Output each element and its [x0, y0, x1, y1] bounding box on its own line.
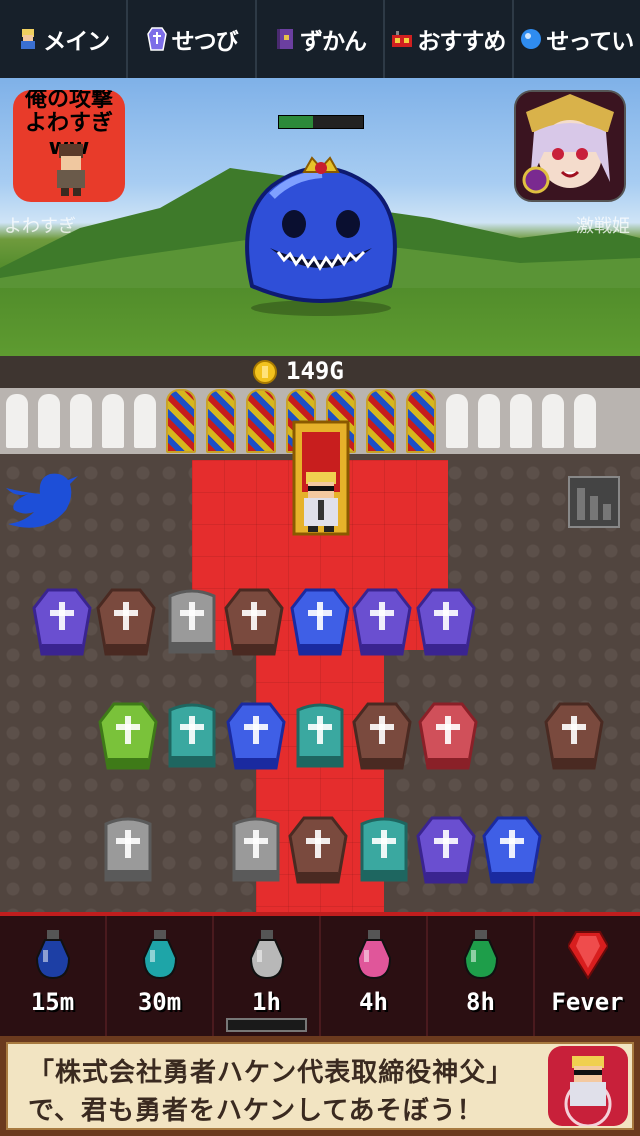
hero-sprite	[57, 144, 85, 196]
banner-line2: で、君も勇者をハケンしてあそぼう！	[28, 1096, 484, 1126]
potion-label: 4h	[359, 988, 388, 1016]
slime-monster[interactable]	[232, 156, 410, 316]
gold-amount: 149G	[286, 357, 344, 385]
brown-coffin[interactable]	[224, 588, 284, 656]
potion-bottle-icon	[249, 930, 284, 980]
gold-coin-icon	[253, 360, 277, 384]
tab-recommended-label: おすすめ	[417, 29, 506, 55]
purple-coffin[interactable]	[352, 588, 412, 656]
blue-coffin[interactable]	[482, 816, 542, 884]
red-coffin[interactable]	[418, 702, 478, 770]
potion-8h-button[interactable]: 8h	[428, 916, 535, 1036]
teal-stone-coffin[interactable]	[354, 816, 414, 884]
purple-coffin[interactable]	[416, 816, 476, 884]
brown-coffin[interactable]	[352, 702, 412, 770]
potion-label: 30m	[137, 988, 182, 1016]
ruby-gem-icon	[567, 931, 608, 980]
potion-label: 15m	[30, 988, 75, 1016]
potion-bottle-icon	[35, 930, 70, 980]
potion-bottle-icon	[463, 930, 498, 980]
tab-encyclopedia-label: ずかん	[300, 29, 367, 55]
tab-equipment-label: せつび	[171, 29, 239, 55]
potion-bottle-icon	[356, 930, 391, 980]
top-nav: メイン せつび ずかん おすすめ せってい	[0, 0, 640, 78]
potion-bottle-icon	[142, 930, 177, 980]
potion-1h-button[interactable]: 1h	[214, 916, 321, 1036]
brown-coffin[interactable]	[288, 816, 348, 884]
ad-caption-left: よわすぎ	[4, 216, 76, 237]
green-coffin[interactable]	[98, 702, 158, 770]
tab-recommended[interactable]: おすすめ	[385, 0, 514, 78]
potion-label: 8h	[466, 988, 495, 1016]
purple-coffin[interactable]	[416, 588, 476, 656]
gift-icon	[392, 31, 413, 47]
potion-30m-button[interactable]: 30m	[107, 916, 214, 1036]
tab-main-label: メイン	[43, 29, 110, 55]
gear-orb-icon	[521, 29, 542, 49]
enemy-hp-fill	[279, 116, 313, 128]
book-icon	[277, 29, 294, 49]
brown-coffin[interactable]	[544, 702, 604, 770]
potion-bar: 15m 30m 1h 4h 8h Fever	[0, 912, 640, 1036]
ad-caption-right: 激戦姫	[576, 216, 630, 237]
tab-equipment[interactable]: せつび	[128, 0, 257, 78]
ad-banner-right[interactable]	[514, 90, 626, 202]
twitter-bird-icon[interactable]	[4, 470, 80, 532]
gray-stone-coffin[interactable]	[162, 588, 222, 656]
potion-label: 1h	[252, 988, 281, 1016]
enemy-hp-bar	[278, 115, 364, 129]
hero-icon	[21, 29, 36, 49]
selected-indicator	[226, 1018, 307, 1032]
tab-settings-label: せってい	[546, 29, 634, 55]
potion-15m-button[interactable]: 15m	[0, 916, 107, 1036]
coffin-icon	[146, 27, 167, 51]
gold-bar: 149G	[0, 356, 640, 388]
potion-4h-button[interactable]: 4h	[321, 916, 428, 1036]
brown-coffin[interactable]	[96, 588, 156, 656]
blue-coffin[interactable]	[290, 588, 350, 656]
gray-stone-coffin[interactable]	[98, 816, 158, 884]
ad-banner-inner: 「株式会社勇者ハケン代表取締役神父」 で、君も勇者をハケンしてあそぼう！	[6, 1042, 634, 1130]
tab-main[interactable]: メイン	[0, 0, 129, 78]
tab-settings[interactable]: せってい	[514, 0, 640, 78]
tab-encyclopedia[interactable]: ずかん	[257, 0, 386, 78]
anime-girl-icon	[516, 92, 624, 200]
priest-character[interactable]	[296, 470, 346, 534]
teal-stone-coffin[interactable]	[162, 702, 222, 770]
potion-label: Fever	[551, 988, 624, 1016]
banner-line1: 「株式会社勇者ハケン代表取締役神父」	[28, 1058, 514, 1088]
ranking-icon[interactable]	[568, 476, 620, 528]
priest-app-icon	[548, 1046, 628, 1126]
purple-coffin[interactable]	[32, 588, 92, 656]
ad-banner-left[interactable]: 俺の攻撃 よわすぎww	[13, 90, 125, 202]
gray-stone-coffin[interactable]	[226, 816, 286, 884]
battle-scene[interactable]: よわすぎ 激戦姫 俺の攻撃 よわすぎww	[0, 78, 640, 356]
blue-coffin[interactable]	[226, 702, 286, 770]
potion-fever-button[interactable]: Fever	[535, 916, 640, 1036]
teal-stone-coffin[interactable]	[290, 702, 350, 770]
ad-banner-bottom[interactable]: 「株式会社勇者ハケン代表取締役神父」 で、君も勇者をハケンしてあそぼう！	[0, 1036, 640, 1136]
ad-left-line1: 俺の攻撃	[24, 90, 113, 112]
